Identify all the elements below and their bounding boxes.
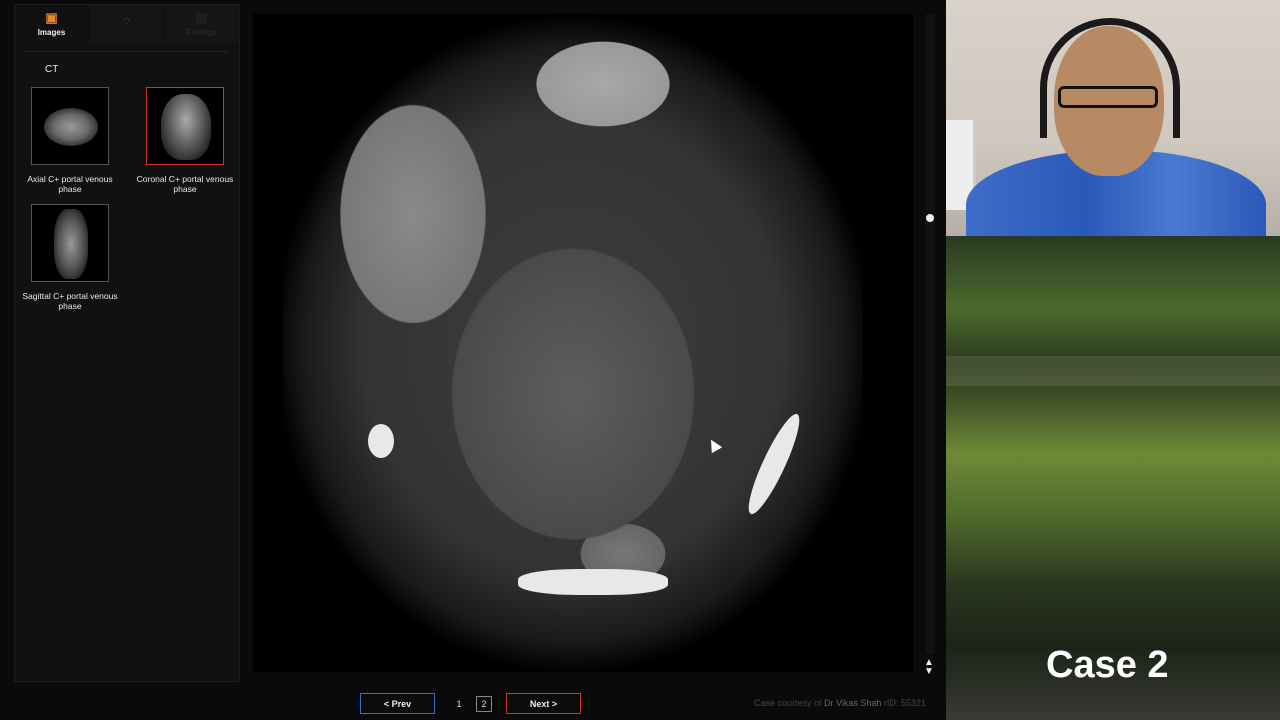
tab-help[interactable]: ? bbox=[90, 5, 163, 43]
next-button[interactable]: Next > bbox=[506, 693, 581, 714]
thumbnail-list: Axial C+ portal venous phase Coronal C+ … bbox=[15, 87, 239, 327]
credit-author[interactable]: Dr Vikas Shah bbox=[824, 698, 881, 708]
thumbnail-image bbox=[31, 204, 109, 282]
case-title: Case 2 bbox=[1046, 644, 1169, 686]
tab-images-label: Images bbox=[37, 28, 66, 37]
prev-button[interactable]: < Prev bbox=[360, 693, 435, 714]
tab-findings[interactable]: ▤ Findings bbox=[165, 5, 238, 43]
thumbnail-caption: Sagittal C+ portal venous phase bbox=[22, 291, 118, 311]
case-credit: Case courtesy of Dr Vikas Shah rID: 5532… bbox=[754, 698, 926, 708]
stack-scroll-handle[interactable] bbox=[926, 214, 934, 222]
tab-findings-label: Findings bbox=[186, 28, 217, 37]
image-icon: ▣ bbox=[45, 10, 58, 25]
headphones-icon bbox=[1040, 18, 1180, 138]
sagittal-scan-preview bbox=[54, 209, 88, 279]
sidebar-tabs: ▣ Images ? ▤ Findings bbox=[15, 5, 239, 43]
axial-scan-preview bbox=[44, 108, 98, 146]
coronal-scan-preview bbox=[161, 94, 211, 160]
thumbnail-caption: Coronal C+ portal venous phase bbox=[136, 174, 234, 194]
thumbnail-coronal[interactable]: Coronal C+ portal venous phase bbox=[130, 87, 240, 194]
case-pager: < Prev 1 2 Next > bbox=[360, 693, 581, 714]
ct-image-viewer[interactable] bbox=[253, 14, 913, 672]
scroll-arrows-icon[interactable]: ▲ ▼ bbox=[924, 658, 934, 677]
help-icon: ? bbox=[122, 14, 131, 30]
forest-haze bbox=[946, 356, 1280, 386]
modality-label: CT bbox=[45, 64, 59, 75]
page-1-button[interactable]: 1 bbox=[451, 696, 467, 712]
credit-rid: rID: 55321 bbox=[881, 698, 926, 708]
thumbnail-caption: Axial C+ portal venous phase bbox=[27, 174, 113, 194]
thumbnail-axial[interactable]: Axial C+ portal venous phase bbox=[15, 87, 125, 194]
tab-images[interactable]: ▣ Images bbox=[15, 5, 88, 43]
stack-scrollbar[interactable] bbox=[925, 14, 935, 654]
iliac-bone-left bbox=[368, 424, 394, 458]
credit-prefix: Case courtesy of bbox=[754, 698, 825, 708]
presenter-webcam bbox=[946, 0, 1280, 236]
sidebar-divider bbox=[25, 51, 229, 52]
pelvis-bone bbox=[518, 569, 668, 595]
findings-icon: ▤ bbox=[195, 10, 208, 25]
page-2-button[interactable]: 2 bbox=[476, 695, 492, 712]
thumbnail-image bbox=[31, 87, 109, 165]
image-panel-sidebar: ▣ Images ? ▤ Findings CT Axial C+ portal… bbox=[14, 4, 240, 682]
thumbnail-image bbox=[146, 87, 224, 165]
thumbnail-sagittal[interactable]: Sagittal C+ portal venous phase bbox=[15, 204, 125, 311]
